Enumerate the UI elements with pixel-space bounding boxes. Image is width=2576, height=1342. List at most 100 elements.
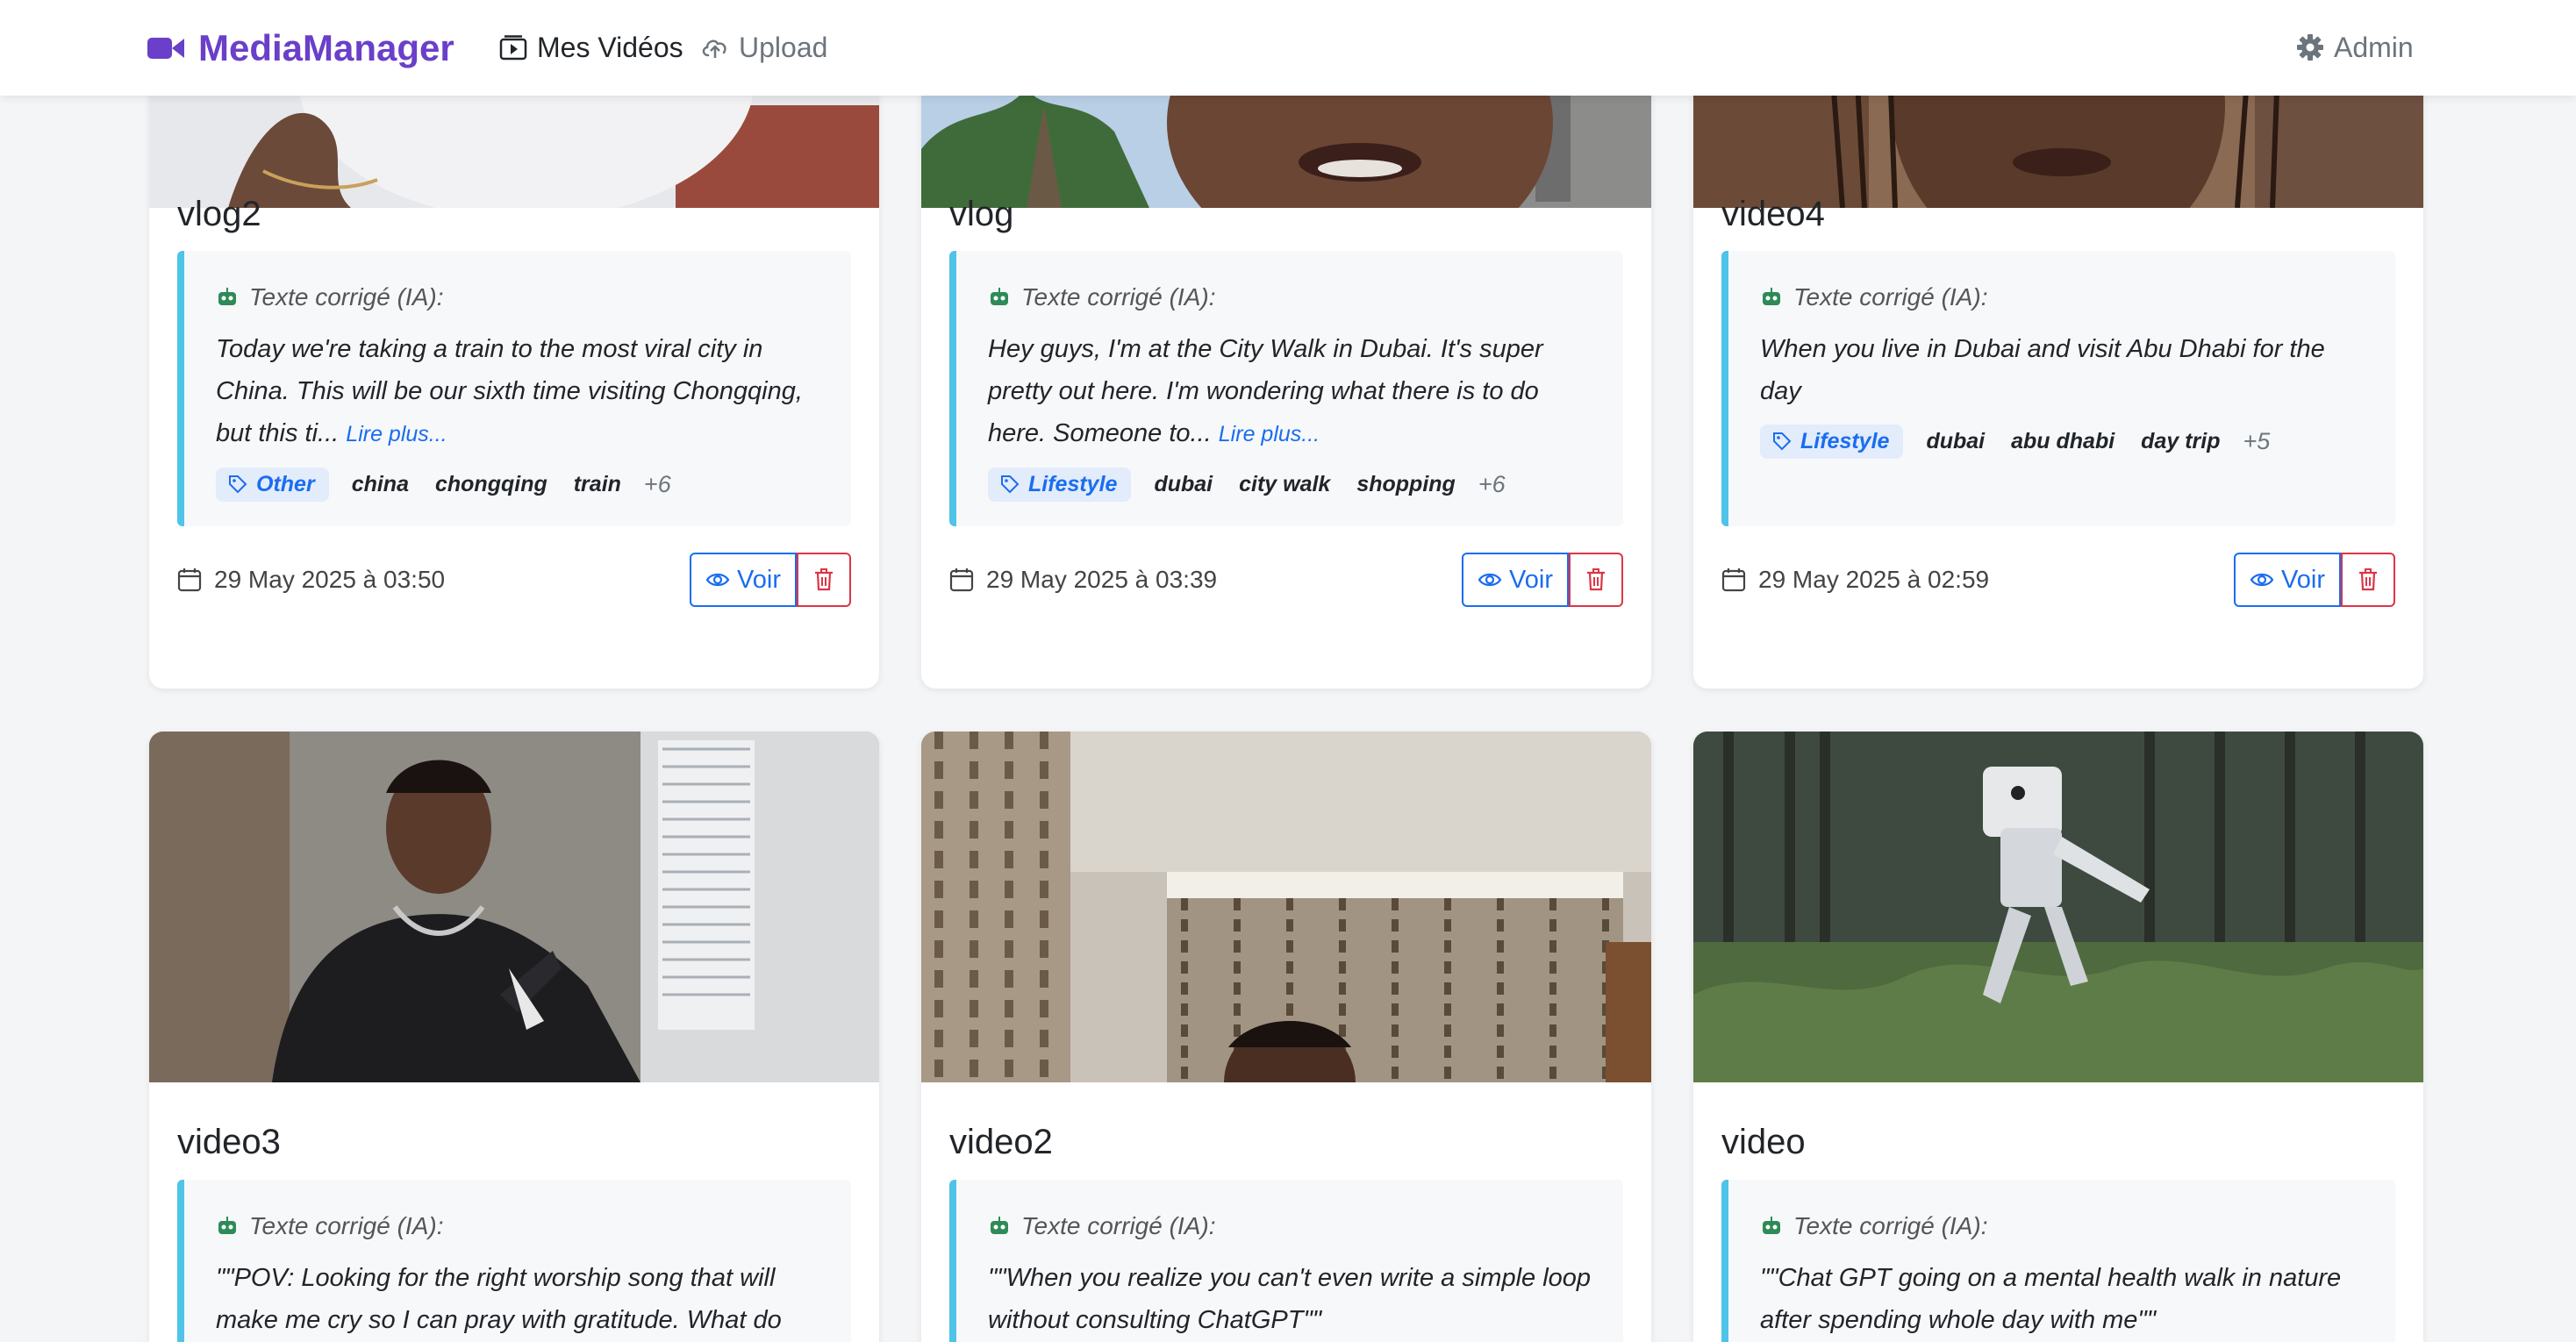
calendar-icon [949,568,974,592]
ai-header-label: Texte corrigé (IA): [1793,283,1988,311]
ai-header-label: Texte corrigé (IA): [1021,283,1216,311]
video-card: video2 Texte corrigé (IA): ""When you re… [921,732,1651,1342]
delete-button[interactable] [1569,553,1623,607]
delete-button[interactable] [2341,553,2395,607]
calendar-icon [1721,568,1746,592]
view-button[interactable]: Voir [690,553,797,607]
tag-icon [1773,432,1792,451]
tag-list: Other china chongqing train +6 [216,464,823,504]
cloud-upload-icon [700,32,730,62]
robot-icon [218,1217,236,1234]
brand-name: MediaManager [198,27,454,68]
trash-icon [815,568,833,591]
ai-transcript-box: Texte corrigé (IA): Today we're taking a… [177,251,851,526]
upload-date: 29 May 2025 à 03:50 [177,566,445,594]
video-title: vlog [949,195,1014,233]
view-button[interactable]: Voir [2234,553,2341,607]
video-title: video [1721,1123,1806,1161]
card-footer: 29 May 2025 à 02:59 Voir [1721,553,2395,607]
eye-icon [2250,573,2274,587]
view-button-label: Voir [737,565,781,594]
nav-my-videos[interactable]: Mes Vidéos [498,26,683,68]
nav-upload[interactable]: Upload [700,26,827,68]
eye-icon [705,573,730,587]
robot-icon [991,288,1008,305]
read-more-link[interactable]: Lire plus... [346,422,447,446]
video-card: video3 Texte corrigé (IA): ""POV: Lookin… [149,732,879,1342]
ai-transcript-box: Texte corrigé (IA): ""When you realize y… [949,1180,1623,1342]
card-actions: Voir [1462,553,1623,607]
view-button-label: Voir [2281,565,2325,594]
category-label: Lifestyle [1028,471,1118,496]
category-label: Lifestyle [1800,428,1890,453]
upload-date: 29 May 2025 à 02:59 [1721,566,1989,594]
delete-button[interactable] [797,553,851,607]
view-button-label: Voir [1509,565,1553,594]
tag[interactable]: dubai [1922,429,1988,454]
ai-header: Texte corrigé (IA): [216,282,823,312]
ai-header: Texte corrigé (IA): [216,1211,823,1241]
ai-header-label: Texte corrigé (IA): [1021,1212,1216,1239]
ai-header: Texte corrigé (IA): [1760,282,2367,312]
more-tags-count: +6 [1478,470,1506,497]
video-thumbnail[interactable] [921,732,1651,1082]
category-tag[interactable]: Other [216,467,329,502]
trash-icon [2359,568,2377,591]
video-title: video2 [949,1123,1053,1161]
more-tags-count: +6 [643,470,671,497]
ai-text-content: When you live in Dubai and visit Abu Dha… [1760,335,2325,405]
video-card: vlog Texte corrigé (IA): Hey guys, I'm a… [921,0,1651,689]
ai-transcript-box: Texte corrigé (IA): ""Chat GPT going on … [1721,1180,2395,1342]
ai-header: Texte corrigé (IA): [1760,1211,2367,1241]
tag[interactable]: china [348,472,412,497]
ai-header: Texte corrigé (IA): [988,1211,1595,1241]
tag[interactable]: shopping [1353,472,1458,497]
ai-text: Hey guys, I'm at the City Walk in Dubai.… [988,328,1595,455]
ai-text: ""Chat GPT going on a mental health walk… [1760,1257,2367,1341]
eye-icon [1478,573,1502,587]
tag[interactable]: city walk [1235,472,1334,497]
ai-header: Texte corrigé (IA): [988,282,1595,312]
tag[interactable]: day trip [2137,429,2223,454]
ai-transcript-box: Texte corrigé (IA): Hey guys, I'm at the… [949,251,1623,526]
date-text: 29 May 2025 à 02:59 [1758,566,1990,593]
brand-link[interactable]: MediaManager [147,25,454,72]
video-card: vlog2 Texte corrigé (IA): Today we're ta… [149,0,879,689]
ai-text-content: ""POV: Looking for the right worship son… [216,1264,782,1334]
trash-icon [1587,568,1605,591]
read-more-link[interactable]: Lire plus... [1219,422,1320,446]
tag[interactable]: chongqing [432,472,551,497]
ai-text-content: ""Chat GPT going on a mental health walk… [1760,1264,2342,1334]
date-text: 29 May 2025 à 03:50 [214,566,446,593]
card-actions: Voir [2234,553,2395,607]
video-thumbnail[interactable] [149,732,879,1082]
ai-text: Today we're taking a train to the most v… [216,328,823,455]
calendar-icon [177,568,202,592]
robot-icon [218,288,236,305]
view-button[interactable]: Voir [1462,553,1569,607]
video-thumbnail[interactable] [1693,732,2423,1082]
tag[interactable]: abu dhabi [2007,429,2118,454]
tag[interactable]: train [570,472,625,497]
ai-header-label: Texte corrigé (IA): [249,283,444,311]
video-title: video3 [177,1123,281,1161]
card-footer: 29 May 2025 à 03:50 Voir [177,553,851,607]
navbar: MediaManager Mes Vidéos Upload Admin [0,0,2576,96]
video-title: video4 [1721,195,1825,233]
date-text: 29 May 2025 à 03:39 [986,566,1218,593]
more-tags-count: +5 [2243,427,2271,454]
nav-admin[interactable]: Admin [2295,26,2414,68]
tag-list: Lifestyle dubai abu dhabi day trip +5 [1760,421,2367,461]
video-camera-icon [147,36,184,61]
category-tag[interactable]: Lifestyle [1760,424,1904,459]
card-footer: 29 May 2025 à 03:39 Voir [949,553,1623,607]
ai-text-content: Today we're taking a train to the most v… [216,335,803,447]
category-tag[interactable]: Lifestyle [988,467,1132,502]
nav-my-videos-label: Mes Vidéos [537,31,683,63]
robot-icon [1763,1217,1780,1234]
video-card: video4 Texte corrigé (IA): When you live… [1693,0,2423,689]
upload-date: 29 May 2025 à 03:39 [949,566,1217,594]
tag[interactable]: dubai [1150,472,1216,497]
ai-text: ""When you realize you can't even write … [988,1257,1595,1341]
category-label: Other [256,471,315,496]
